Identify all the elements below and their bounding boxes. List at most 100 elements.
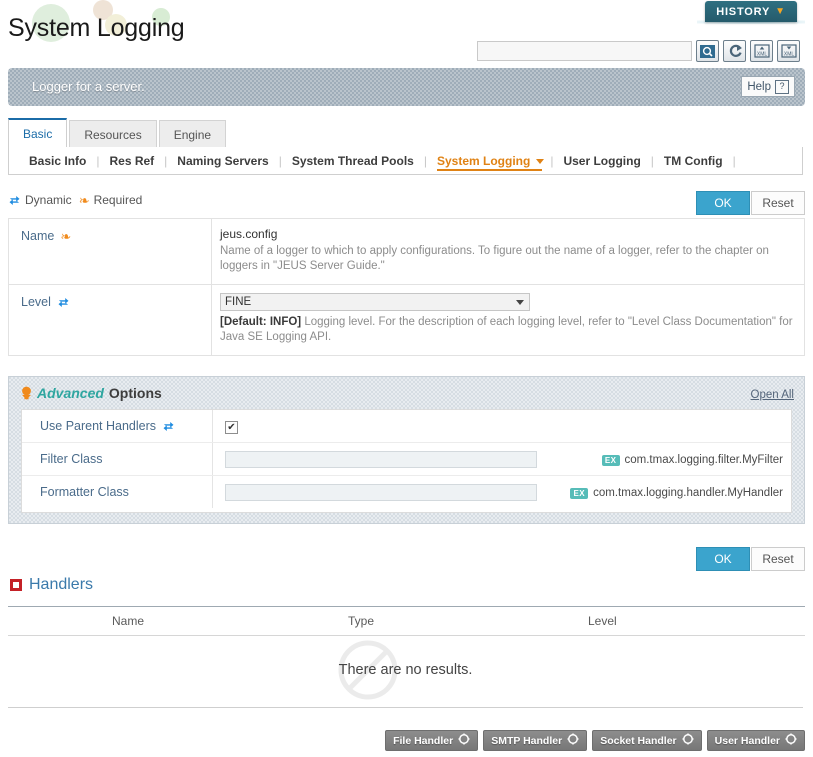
filter-class-example-cell: EX com.tmax.logging.filter.MyFilter: [556, 442, 791, 476]
name-value: jeus.config: [220, 227, 278, 241]
xml-import-icon[interactable]: XML: [750, 40, 773, 62]
handler-buttons: File Handler SMTP Handler Socket Handler: [385, 730, 805, 751]
name-description: Name of a logger to which to apply confi…: [220, 245, 769, 272]
subnav-item-naming-servers[interactable]: Naming Servers: [167, 154, 278, 168]
handlers-header: Handlers: [10, 576, 93, 594]
reset-button-top[interactable]: Reset: [751, 191, 805, 215]
formatter-class-example-text: com.tmax.logging.handler.MyHandler: [593, 487, 783, 500]
xml-export-icon[interactable]: XML: [777, 40, 800, 62]
formatter-class-label-cell: Formatter Class: [22, 475, 213, 508]
filter-class-label-cell: Filter Class: [22, 442, 213, 476]
help-label: Help: [747, 80, 771, 93]
dynamic-icon: [57, 296, 70, 309]
level-value-cell: FINE [Default: INFO] Logging level. For …: [211, 284, 805, 356]
subnav-item-res-ref[interactable]: Res Ref: [99, 154, 164, 168]
formatter-class-label: Formatter Class: [40, 485, 129, 499]
legend-dynamic: Dynamic: [8, 193, 72, 207]
legend: Dynamic ❧ Required: [8, 193, 142, 207]
subnav-item-label: System Logging: [436, 153, 531, 168]
active-underline: [436, 168, 543, 171]
add-circle-icon: [458, 733, 470, 748]
level-label-text: Level: [21, 295, 51, 309]
handlers-empty-state: There are no results.: [8, 632, 803, 708]
description-banner: Logger for a server. Help ?: [8, 68, 805, 106]
subnav-bar: Basic Info | Res Ref | Naming Servers | …: [8, 147, 803, 175]
page-title: System Logging: [8, 14, 185, 42]
advanced-row-filter-class: Filter Class EX com.tmax.logging.filter.…: [22, 442, 791, 476]
smtp-handler-label: SMTP Handler: [491, 734, 563, 747]
user-handler-button[interactable]: User Handler: [706, 730, 805, 751]
socket-handler-button[interactable]: Socket Handler: [592, 730, 702, 751]
subnav-item-user-logging[interactable]: User Logging: [553, 154, 650, 168]
smtp-handler-button[interactable]: SMTP Handler: [483, 730, 588, 751]
formatter-class-example-cell: EX com.tmax.logging.handler.MyHandler: [557, 476, 791, 509]
formatter-class-example: EX com.tmax.logging.handler.MyHandler: [570, 487, 783, 499]
svg-text:XML: XML: [783, 52, 794, 58]
formatter-class-input[interactable]: [225, 483, 537, 501]
use-parent-handlers-label-text: Use Parent Handlers: [40, 419, 157, 433]
use-parent-handlers-label-cell: Use Parent Handlers: [22, 410, 213, 443]
subnav-item-basic-info[interactable]: Basic Info: [19, 154, 96, 168]
file-handler-button[interactable]: File Handler: [385, 730, 479, 751]
advanced-options-table: Use Parent Handlers ✔ Filter Class EX co…: [22, 410, 791, 508]
search-toolbar: XML XML: [477, 40, 800, 62]
search-icon[interactable]: [696, 40, 719, 62]
advanced-options-body: Use Parent Handlers ✔ Filter Class EX co…: [21, 409, 792, 513]
bulb-icon: [21, 386, 32, 400]
tab-bar: Basic Resources Engine: [8, 118, 228, 148]
use-parent-handlers-checkbox[interactable]: ✔: [225, 420, 238, 434]
advanced-row-formatter-class: Formatter Class EX com.tmax.logging.hand…: [22, 475, 791, 509]
history-label: HISTORY: [716, 5, 771, 18]
level-default-tag: [Default: INFO]: [220, 316, 302, 328]
subnav-separator: |: [732, 153, 736, 168]
subnav-item-system-logging[interactable]: System Logging: [427, 153, 550, 171]
open-all-link[interactable]: Open All: [751, 389, 794, 401]
advanced-label: Advanced: [37, 385, 104, 401]
subnav-item-tm-config[interactable]: TM Config: [654, 154, 733, 168]
advanced-row-use-parent-handlers: Use Parent Handlers ✔: [22, 410, 791, 443]
level-select[interactable]: FINE: [220, 293, 530, 311]
add-circle-icon: [682, 733, 694, 748]
svg-text:XML: XML: [756, 52, 767, 58]
history-button[interactable]: HISTORY ▼: [705, 1, 797, 22]
form-row-level: Level FINE [Default: INFO] Logging level…: [8, 284, 805, 356]
required-asterisk-icon: ❧: [60, 228, 72, 244]
ok-button-bottom[interactable]: OK: [696, 547, 750, 571]
advanced-options-header: Advanced Options: [21, 385, 162, 401]
filter-class-input-cell: [212, 442, 557, 476]
advanced-options-panel: Advanced Options Open All Use Parent Han…: [8, 376, 805, 524]
refresh-icon[interactable]: [723, 40, 746, 62]
required-asterisk-icon: ❧: [78, 192, 90, 208]
subnav-item-system-thread-pools[interactable]: System Thread Pools: [282, 154, 424, 168]
handlers-title: Handlers: [29, 576, 94, 593]
chevron-down-icon: ▼: [775, 6, 786, 17]
options-label: Options: [108, 385, 162, 401]
user-handler-label: User Handler: [714, 734, 780, 747]
filter-class-example-text: com.tmax.logging.filter.MyFilter: [624, 454, 784, 467]
level-description-text: Logging level. For the description of ea…: [220, 316, 793, 343]
question-mark-icon: ?: [775, 79, 789, 94]
example-badge: EX: [601, 454, 620, 466]
level-selected-value: FINE: [225, 296, 252, 308]
tab-basic[interactable]: Basic: [8, 118, 68, 148]
legend-dynamic-label: Dynamic: [25, 193, 72, 207]
legend-required: ❧ Required: [79, 193, 143, 207]
socket-handler-label: Socket Handler: [600, 734, 677, 747]
ok-button-top[interactable]: OK: [696, 191, 750, 215]
no-results-message: There are no results.: [338, 661, 473, 678]
name-label-text: Name: [21, 229, 55, 243]
legend-required-label: Required: [93, 193, 143, 207]
search-input[interactable]: [477, 41, 692, 61]
level-label-cell: Level: [8, 284, 212, 356]
tab-engine[interactable]: Engine: [158, 120, 227, 148]
tab-resources[interactable]: Resources: [69, 120, 157, 148]
name-label: Name ❧: [21, 229, 211, 243]
example-badge: EX: [570, 487, 589, 499]
filter-class-input[interactable]: [225, 450, 537, 468]
name-value-cell: jeus.config Name of a logger to which to…: [211, 218, 805, 285]
add-circle-icon: [567, 733, 579, 748]
help-button[interactable]: Help ?: [741, 76, 795, 97]
dynamic-icon: [8, 194, 21, 207]
reset-button-bottom[interactable]: Reset: [751, 547, 805, 571]
banner-text: Logger for a server.: [32, 79, 145, 94]
